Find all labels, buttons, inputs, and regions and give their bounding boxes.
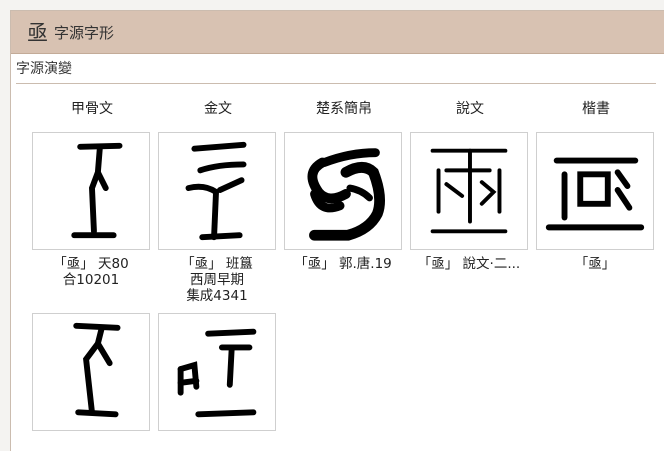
caption-line: 「亟」 班簋 bbox=[181, 256, 253, 272]
column-label-chu-bamboo: 楚系簡帛 bbox=[316, 101, 372, 117]
column-label-bronze: 金文 bbox=[204, 101, 232, 117]
glyph-tile-oracle-variant[interactable] bbox=[32, 313, 150, 431]
bronze-glyph-icon bbox=[185, 141, 247, 241]
column-label-oracle: 甲骨文 bbox=[71, 101, 113, 117]
glyph-caption-chu-bamboo: 「亟」 郭.唐.19 bbox=[281, 256, 405, 272]
glyph-tile-bronze[interactable] bbox=[158, 132, 276, 250]
glyph-caption-bronze: 「亟」 班簋 西周早期 集成4341 bbox=[155, 256, 279, 304]
kaishu-glyph-icon bbox=[545, 157, 645, 231]
glyph-tile-shuowen[interactable] bbox=[410, 132, 528, 250]
section-title: 字源演變 bbox=[16, 61, 72, 77]
shuowen-glyph-icon bbox=[430, 148, 508, 234]
caption-line: 西周早期 bbox=[190, 272, 244, 288]
panel-title: 字源字形 bbox=[54, 23, 115, 42]
caption-line: 「亟」 說文‧二... bbox=[417, 256, 521, 272]
glyph-tile-bronze-variant[interactable] bbox=[158, 313, 276, 431]
section-divider bbox=[16, 83, 656, 84]
panel-header: 亟 字源字形 bbox=[11, 11, 664, 54]
oracle-variant-glyph-icon bbox=[73, 322, 121, 418]
header-glyph: 亟 bbox=[27, 21, 48, 45]
glyph-caption-kaishu: 「亟」 bbox=[533, 256, 657, 272]
caption-line: 「亟」 天80 bbox=[53, 256, 129, 272]
caption-line: 「亟」 bbox=[574, 256, 616, 272]
glyph-caption-shuowen: 「亟」 說文‧二... bbox=[407, 256, 531, 272]
bronze-variant-glyph-icon bbox=[177, 328, 257, 418]
caption-line: 合10201 bbox=[62, 272, 120, 288]
caption-line: 「亟」 郭.唐.19 bbox=[294, 256, 392, 272]
bamboo-glyph-icon bbox=[307, 148, 386, 241]
glyph-tile-chu-bamboo[interactable] bbox=[284, 132, 402, 250]
glyph-tile-oracle[interactable] bbox=[32, 132, 150, 250]
oracle-glyph-icon bbox=[71, 142, 123, 239]
column-label-kaishu: 楷書 bbox=[582, 101, 610, 117]
caption-line: 集成4341 bbox=[186, 288, 248, 304]
glyph-caption-oracle: 「亟」 天80 合10201 bbox=[29, 256, 153, 288]
glyph-tile-kaishu[interactable] bbox=[536, 132, 654, 250]
column-label-shuowen: 說文 bbox=[456, 101, 484, 117]
